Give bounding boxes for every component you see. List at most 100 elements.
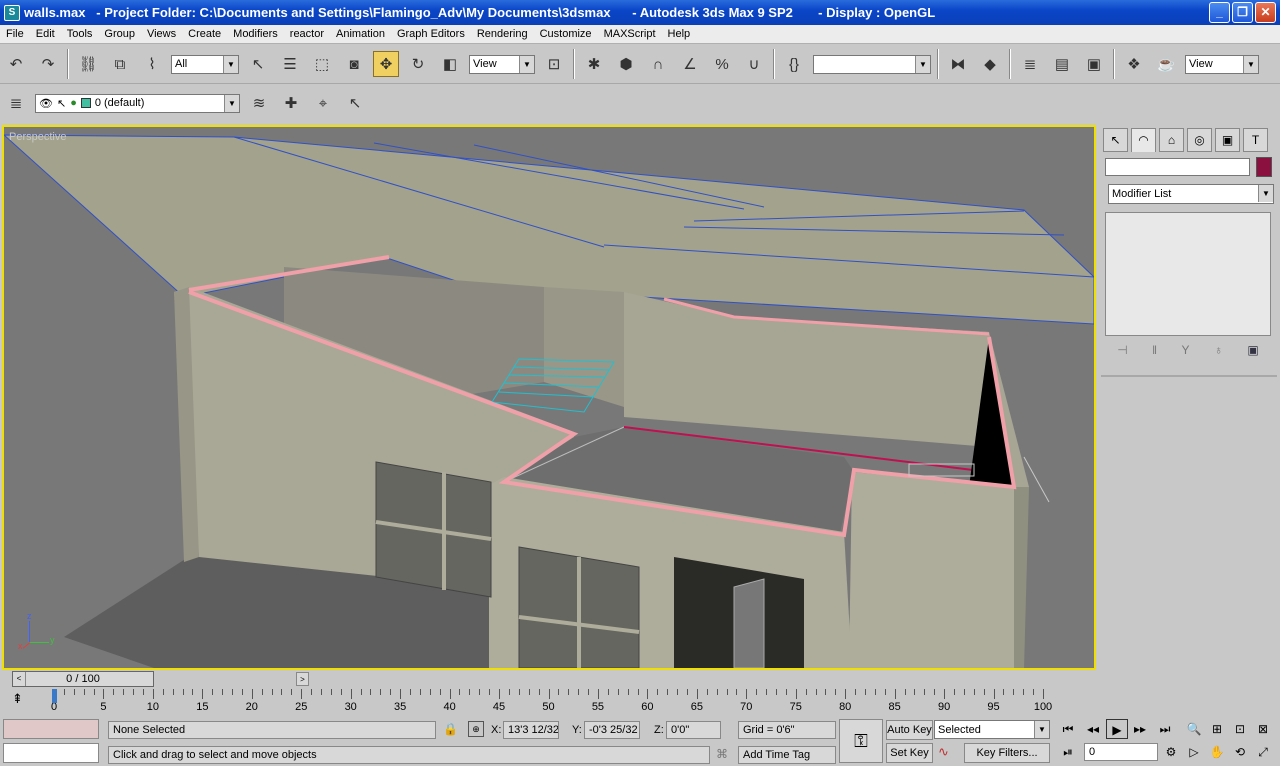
menu-edit[interactable]: Edit [30,28,61,40]
select-and-manipulate-icon[interactable]: ✱ [581,51,607,77]
menu-help[interactable]: Help [662,28,697,40]
make-unique-icon[interactable]: Y [1182,343,1190,363]
configure-modifier-sets-icon[interactable]: ▣ [1247,343,1258,363]
previous-frame-icon[interactable]: ◂◂ [1082,719,1104,739]
material-editor-icon[interactable]: ❖ [1121,51,1147,77]
render-scene-icon[interactable]: ☕ [1153,51,1179,77]
edit-named-selection-icon[interactable]: {} [781,51,807,77]
menu-modifiers[interactable]: Modifiers [227,28,284,40]
track-bar-icon[interactable]: ⇞ [12,691,32,709]
perspective-viewport[interactable]: Perspective z y x [2,125,1096,670]
close-button[interactable]: ✕ [1255,2,1276,23]
maxscript-listener-bottom[interactable] [3,743,99,763]
add-time-tag[interactable]: Add Time Tag [738,746,836,764]
viewport-label[interactable]: Perspective [9,131,66,143]
set-keys-icon[interactable]: ⚿ [839,719,883,763]
set-current-layer-icon[interactable]: ↖ [342,90,368,116]
time-slider-prev[interactable]: < [13,672,26,686]
menu-file[interactable]: File [0,28,30,40]
curve-editor-icon[interactable]: ▤ [1049,51,1075,77]
add-to-layer-icon[interactable]: ✚ [278,90,304,116]
rectangular-selection-icon[interactable]: ⬚ [309,51,335,77]
layer-dropdown[interactable]: 👁 ↖ ● 0 (default) ▼ [35,93,240,113]
render-view-dropdown[interactable]: View ▼ [1185,54,1259,74]
link-icon[interactable]: ⛓ [75,51,101,77]
select-and-move-icon[interactable]: ✥ [373,51,399,77]
layers-icon[interactable]: ≣ [3,90,29,116]
app-icon[interactable]: S [4,4,20,21]
named-selection-dropdown[interactable]: ▼ [813,54,931,74]
time-configuration-icon[interactable]: ⚙ [1160,742,1182,762]
zoom-all-icon[interactable]: ⊞ [1206,719,1228,739]
modifier-list-dropdown[interactable]: Modifier List ▼ [1108,184,1274,204]
select-in-layer-icon[interactable]: ⌖ [310,90,336,116]
key-mode-toggle-icon[interactable]: ⏯ [1057,742,1079,762]
pin-stack-icon[interactable]: ⊣ [1117,343,1127,363]
default-tangent-icon[interactable]: ∿ [938,744,949,760]
menu-reactor[interactable]: reactor [284,28,330,40]
create-tab-icon[interactable]: ↖ [1103,128,1128,152]
zoom-icon[interactable]: 🔍 [1183,719,1205,739]
track-bar[interactable]: ⇞ 0 5 10 15 20 25 30 35 40 45 50 55 60 65 70 75 80 85 90 95… [0,689,1098,717]
select-and-rotate-icon[interactable]: ↻ [405,51,431,77]
snaps-toggle-icon[interactable]: ∩ [645,51,671,77]
zoom-extents-all-icon[interactable]: ⊠ [1252,719,1274,739]
menu-views[interactable]: Views [141,28,182,40]
minimize-button[interactable]: _ [1209,2,1230,23]
go-to-start-icon[interactable]: ⏮ [1057,719,1079,739]
set-key-button[interactable]: Set Key [886,743,933,763]
mirror-icon[interactable]: ⧓ [945,51,971,77]
current-frame-field[interactable]: 0 [1084,743,1158,761]
select-object-icon[interactable]: ↖ [245,51,271,77]
maximize-button[interactable]: ❐ [1232,2,1253,23]
percent-snap-icon[interactable]: % [709,51,735,77]
modifier-stack[interactable] [1105,212,1271,336]
unlink-icon[interactable]: ⧉ [107,51,133,77]
maxscript-listener-top[interactable] [3,719,99,739]
pan-icon[interactable]: ✋ [1206,742,1228,762]
window-crossing-icon[interactable]: ◙ [341,51,367,77]
align-icon[interactable]: ◆ [977,51,1003,77]
menu-rendering[interactable]: Rendering [471,28,534,40]
menu-tools[interactable]: Tools [61,28,99,40]
menu-graph-editors[interactable]: Graph Editors [391,28,471,40]
select-by-name-icon[interactable]: ☰ [277,51,303,77]
undo-icon[interactable]: ↶ [3,51,29,77]
time-slider-next[interactable]: > [296,672,309,686]
redo-icon[interactable]: ↷ [35,51,61,77]
keyboard-shortcut-override-icon[interactable]: ⬢ [613,51,639,77]
bind-space-warp-icon[interactable]: ⌇ [139,51,165,77]
key-filters-button[interactable]: Key Filters... [964,743,1050,763]
menu-maxscript[interactable]: MAXScript [598,28,662,40]
spinner-snap-icon[interactable]: ∪ [741,51,767,77]
menu-group[interactable]: Group [98,28,141,40]
menu-customize[interactable]: Customize [534,28,598,40]
object-name-field[interactable] [1105,158,1250,176]
remove-modifier-icon[interactable]: ♁ [1214,343,1223,363]
z-coordinate-field[interactable]: 0'0" [666,721,721,739]
absolute-mode-icon[interactable]: ⊕ [468,721,484,737]
key-mode-dropdown[interactable]: Selected ▼ [934,720,1050,739]
x-coordinate-field[interactable]: 13'3 12/32 [503,721,559,739]
create-layer-icon[interactable]: ≋ [246,90,272,116]
select-and-scale-icon[interactable]: ◧ [437,51,463,77]
play-icon[interactable]: ▶ [1106,719,1128,739]
zoom-extents-icon[interactable]: ⊡ [1229,719,1251,739]
field-of-view-icon[interactable]: ▷ [1183,742,1205,762]
selection-filter-dropdown[interactable]: All ▼ [171,54,239,74]
maximize-viewport-icon[interactable]: ⤢ [1252,742,1274,762]
y-coordinate-field[interactable]: -0'3 25/32 [584,721,640,739]
menu-animation[interactable]: Animation [330,28,391,40]
go-to-end-icon[interactable]: ⏭ [1154,719,1176,739]
schematic-view-icon[interactable]: ▣ [1081,51,1107,77]
show-end-result-icon[interactable]: ‖ [1152,343,1157,363]
angle-snap-icon[interactable]: ∠ [677,51,703,77]
menu-create[interactable]: Create [182,28,227,40]
lock-selection-icon[interactable]: 🔒 [443,722,458,736]
auto-key-button[interactable]: Auto Key [886,720,933,740]
hierarchy-tab-icon[interactable]: ⌂ [1159,128,1184,152]
pivot-center-icon[interactable]: ⊡ [541,51,567,77]
object-color-swatch[interactable] [1256,157,1272,177]
next-frame-icon[interactable]: ▸▸ [1129,719,1151,739]
motion-tab-icon[interactable]: ◎ [1187,128,1212,152]
